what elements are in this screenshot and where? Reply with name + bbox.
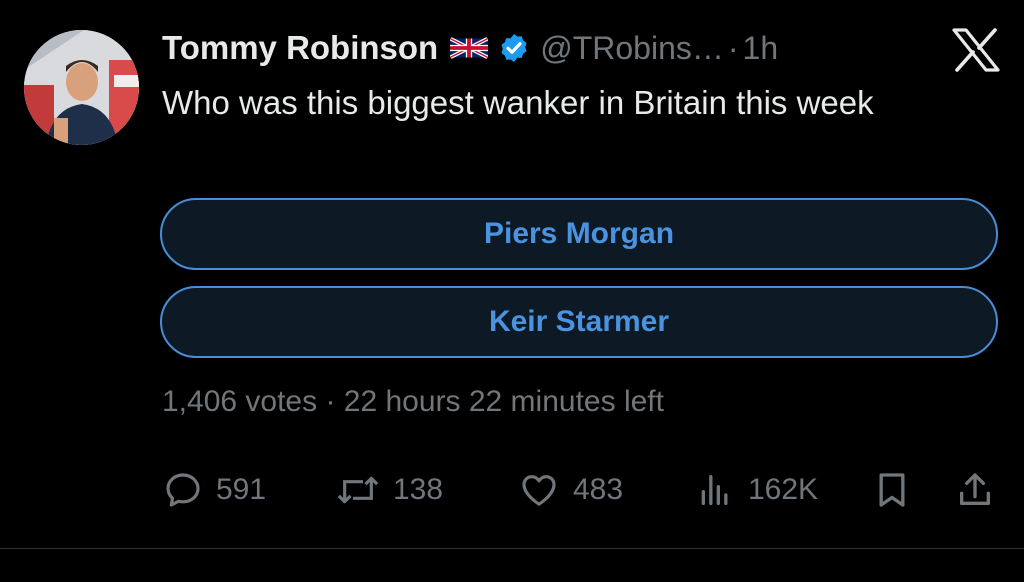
author-handle[interactable]: @TRobins… bbox=[540, 30, 724, 67]
tweet-text: Who was this biggest wanker in Britain t… bbox=[162, 84, 874, 121]
like-button[interactable]: 483 bbox=[517, 468, 623, 512]
repost-count: 138 bbox=[393, 473, 444, 506]
poll-option-keir-starmer[interactable]: Keir Starmer bbox=[160, 286, 998, 358]
verified-badge-icon[interactable] bbox=[498, 32, 530, 64]
reply-count: 591 bbox=[216, 473, 267, 506]
poll-status: 1,406 votes · 22 hours 22 minutes left bbox=[162, 385, 664, 418]
author-avatar[interactable] bbox=[24, 30, 139, 145]
poll-option-piers-morgan[interactable]: Piers Morgan bbox=[160, 198, 998, 270]
tweet-timestamp[interactable]: 1h bbox=[743, 30, 779, 67]
repost-icon bbox=[337, 476, 379, 504]
heart-icon bbox=[522, 475, 556, 506]
author-name[interactable]: Tommy Robinson bbox=[162, 29, 438, 67]
views-count: 162K bbox=[748, 473, 819, 506]
uk-flag-icon bbox=[450, 37, 489, 59]
repost-button[interactable]: 138 bbox=[335, 468, 443, 512]
separator-dot: · bbox=[727, 29, 739, 66]
reply-button[interactable]: 591 bbox=[162, 468, 266, 512]
avatar-photo bbox=[24, 30, 139, 145]
tweet-actions: 591 138 483 162K bbox=[160, 468, 1000, 512]
bookmark-icon bbox=[879, 473, 905, 507]
x-logo-icon bbox=[952, 28, 1000, 72]
views-button[interactable]: 162K bbox=[694, 468, 818, 512]
analytics-icon bbox=[701, 475, 728, 505]
bookmark-button[interactable] bbox=[872, 468, 912, 512]
tweet-divider bbox=[0, 548, 1024, 549]
share-icon bbox=[960, 473, 990, 505]
like-count: 483 bbox=[573, 473, 624, 506]
tweet-header: Tommy Robinson @TRobins… · 1h bbox=[162, 26, 778, 70]
reply-icon bbox=[166, 473, 200, 507]
share-button[interactable] bbox=[955, 468, 995, 512]
